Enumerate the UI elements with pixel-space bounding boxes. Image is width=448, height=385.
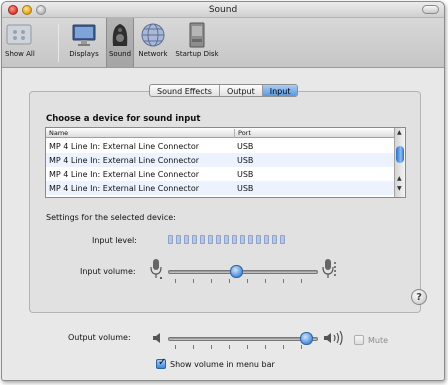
speaker-icon <box>112 24 128 46</box>
level-segment <box>208 235 213 244</box>
input-volume-knob[interactable] <box>229 265 243 278</box>
level-segment <box>176 235 181 244</box>
input-volume-label: Input volume: <box>80 267 136 276</box>
toolbar-label: Show All <box>5 50 35 58</box>
speaker-high-icon <box>324 331 343 345</box>
microphone-low-icon <box>150 259 162 279</box>
device-port: USB <box>237 142 254 151</box>
table-row[interactable]: MP 4 Line In: External Line Connector US… <box>46 181 395 195</box>
toolbar-separator <box>58 24 59 62</box>
toolbar-sound[interactable]: Sound <box>106 18 134 67</box>
vertical-scrollbar[interactable]: ▲ ▲ ▼ <box>394 128 405 197</box>
table-row[interactable]: MP 4 Line In: External Line Connector US… <box>46 139 395 153</box>
tab-input[interactable]: Input <box>262 85 298 96</box>
output-volume-label: Output volume: <box>68 333 131 342</box>
scrollbar-thumb[interactable] <box>396 146 404 163</box>
apple-logo-icon <box>6 24 32 45</box>
toolbar-show-all[interactable]: Show All <box>5 22 35 58</box>
toolbar-label: Sound <box>108 50 132 58</box>
hard-disk-icon <box>189 22 205 48</box>
table-row[interactable]: MP 4 Line In: External Line Connector US… <box>46 167 395 181</box>
level-segment <box>248 235 253 244</box>
level-segment <box>272 235 277 244</box>
sound-preferences-window: Sound Show All Displays Sound Network St… <box>1 1 445 381</box>
device-port: USB <box>237 184 254 193</box>
settings-label: Settings for the selected device: <box>46 213 176 222</box>
tab-output[interactable]: Output <box>220 85 263 96</box>
table-row[interactable]: MP 4 Line In: External Line Connector US… <box>46 153 395 167</box>
toolbar-network[interactable]: Network <box>136 22 170 58</box>
level-segment <box>184 235 189 244</box>
toolbar-startup-disk[interactable]: Startup Disk <box>173 22 221 58</box>
device-list-heading: Choose a device for sound input <box>46 114 201 124</box>
title-bar[interactable]: Sound <box>2 2 444 18</box>
toolbar-label: Network <box>138 50 168 58</box>
level-segment <box>240 235 245 244</box>
device-name: MP 4 Line In: External Line Connector <box>49 142 199 151</box>
microphone-high-icon <box>322 259 336 278</box>
device-port: USB <box>237 170 254 179</box>
output-volume-track[interactable] <box>168 337 318 341</box>
column-header-port[interactable]: Port <box>234 129 251 138</box>
toolbar-displays[interactable]: Displays <box>64 22 104 58</box>
input-device-table: Name Port MP 4 Line In: External Line Co… <box>45 127 406 198</box>
toolbar: Show All Displays Sound Network Startup … <box>2 18 444 68</box>
level-segment <box>168 235 173 244</box>
device-name: MP 4 Line In: External Line Connector <box>49 170 199 179</box>
input-level-label: Input level: <box>92 236 137 245</box>
level-segment <box>280 235 285 244</box>
level-segment <box>232 235 237 244</box>
help-button[interactable]: ? <box>411 289 427 305</box>
output-volume-knob[interactable] <box>300 332 313 345</box>
device-name: MP 4 Line In: External Line Connector <box>49 184 199 193</box>
scroll-up-arrow-icon[interactable]: ▲ <box>397 129 402 136</box>
toolbar-label: Startup Disk <box>175 50 219 58</box>
level-segment <box>256 235 261 244</box>
level-segment <box>224 235 229 244</box>
mute-checkbox[interactable] <box>354 335 364 345</box>
globe-network-icon <box>141 23 165 47</box>
table-header: Name Port <box>46 128 395 138</box>
device-port: USB <box>237 156 254 165</box>
window-title: Sound <box>208 5 238 15</box>
show-volume-checkbox[interactable] <box>156 357 166 369</box>
mute-label: Mute <box>368 336 389 345</box>
device-name: MP 4 Line In: External Line Connector <box>49 156 199 165</box>
column-header-name[interactable]: Name <box>49 129 68 137</box>
level-segment <box>264 235 269 244</box>
input-level-meter <box>168 235 285 244</box>
level-segment <box>216 235 221 244</box>
level-segment <box>192 235 197 244</box>
show-volume-label: Show volume in menu bar <box>170 360 275 369</box>
display-icon <box>72 24 96 46</box>
scroll-up-arrow-icon[interactable]: ▲ <box>397 175 402 182</box>
toolbar-toggle-button[interactable] <box>422 5 439 14</box>
toolbar-label: Displays <box>69 50 99 58</box>
speaker-low-icon <box>153 333 160 343</box>
tab-sound-effects[interactable]: Sound Effects <box>150 85 220 96</box>
input-panel: Choose a device for sound input Name Por… <box>29 91 427 313</box>
input-volume-track[interactable] <box>168 270 318 274</box>
scroll-down-arrow-icon[interactable]: ▼ <box>397 185 402 192</box>
level-segment <box>200 235 205 244</box>
tab-bar: Sound Effects Output Input <box>149 84 299 97</box>
